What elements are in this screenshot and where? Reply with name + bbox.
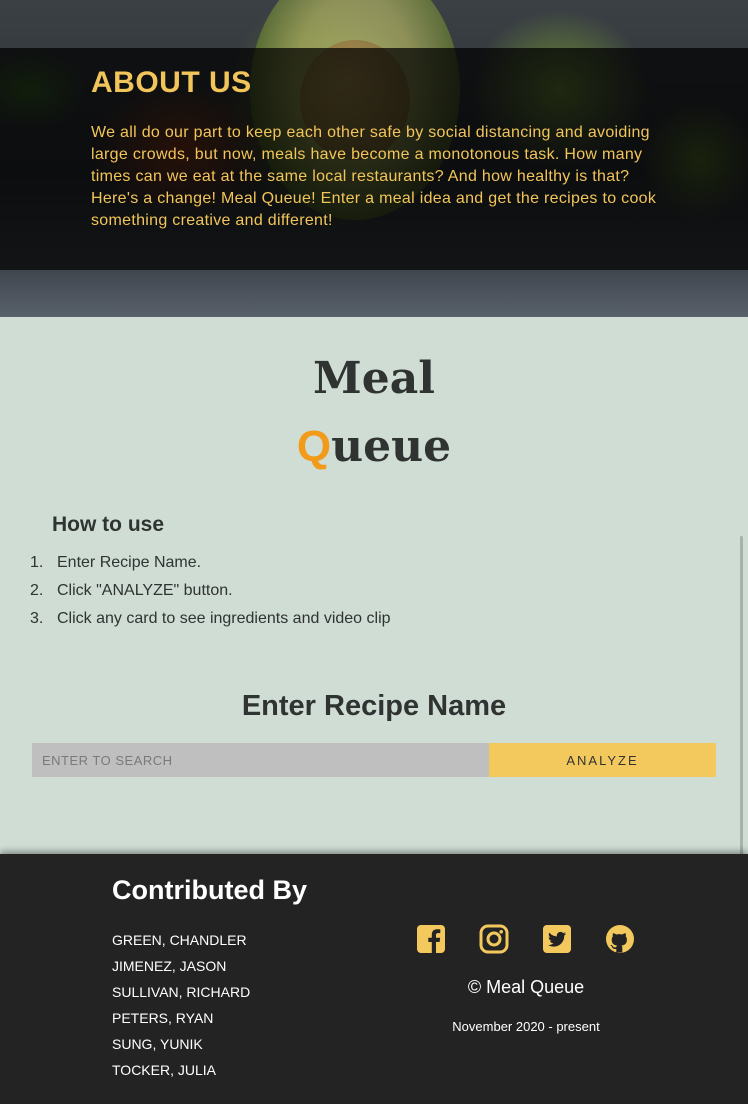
step-text: Enter Recipe Name. (57, 554, 202, 571)
since-text: November 2020 - present (452, 1019, 600, 1034)
github-icon[interactable] (604, 923, 636, 955)
step-number: 2. (30, 582, 44, 599)
contributed-by-title: Contributed By (112, 875, 307, 905)
contributor-item: PETERS, RYAN (112, 1010, 214, 1026)
contributor-item: GREEN, CHANDLER (112, 932, 247, 948)
step-text: Click any card to see ingredients and vi… (57, 610, 391, 627)
step-text: Click "ANALYZE" button. (57, 582, 233, 599)
step-number: 3. (30, 610, 44, 627)
hero-bottom-image (0, 270, 748, 317)
step-item: 1. Enter Recipe Name. (30, 551, 391, 579)
about-text: We all do our part to keep each other sa… (91, 124, 657, 229)
how-to-use-title: How to use (52, 513, 165, 536)
step-item: 3. Click any card to see ingredients and … (30, 607, 391, 635)
contributor-list: GREEN, CHANDLER JIMENEZ, JASON SULLIVAN,… (112, 929, 250, 1085)
instagram-icon[interactable] (478, 923, 510, 955)
brand-title-line-1: Meal (313, 353, 435, 404)
recipe-search-input[interactable] (32, 743, 489, 777)
analyze-button[interactable]: ANALYZE (489, 743, 716, 777)
facebook-icon[interactable] (415, 923, 447, 955)
search-title: Enter Recipe Name (241, 690, 507, 722)
about-title: ABOUT US (91, 66, 252, 99)
contributor-item: SUNG, YUNIK (112, 1036, 203, 1052)
brand-title-line-2: Queue (0, 421, 748, 472)
contributor-item: SULLIVAN, RICHARD (112, 984, 251, 1000)
contributor-item: TOCKER, JULIA (112, 1062, 216, 1078)
how-to-use-steps: 1. Enter Recipe Name. 2. Click "ANALYZE" b… (30, 551, 391, 635)
copyright-text: © Meal Queue (467, 977, 585, 997)
step-item: 2. Click "ANALYZE" button. (30, 579, 391, 607)
brand-title-rest: ueue (331, 421, 452, 472)
contributor-item: JIMENEZ, JASON (112, 958, 227, 974)
step-number: 1. (30, 554, 44, 571)
brand-q-letter: Q (296, 422, 332, 471)
twitter-icon[interactable] (541, 923, 573, 955)
